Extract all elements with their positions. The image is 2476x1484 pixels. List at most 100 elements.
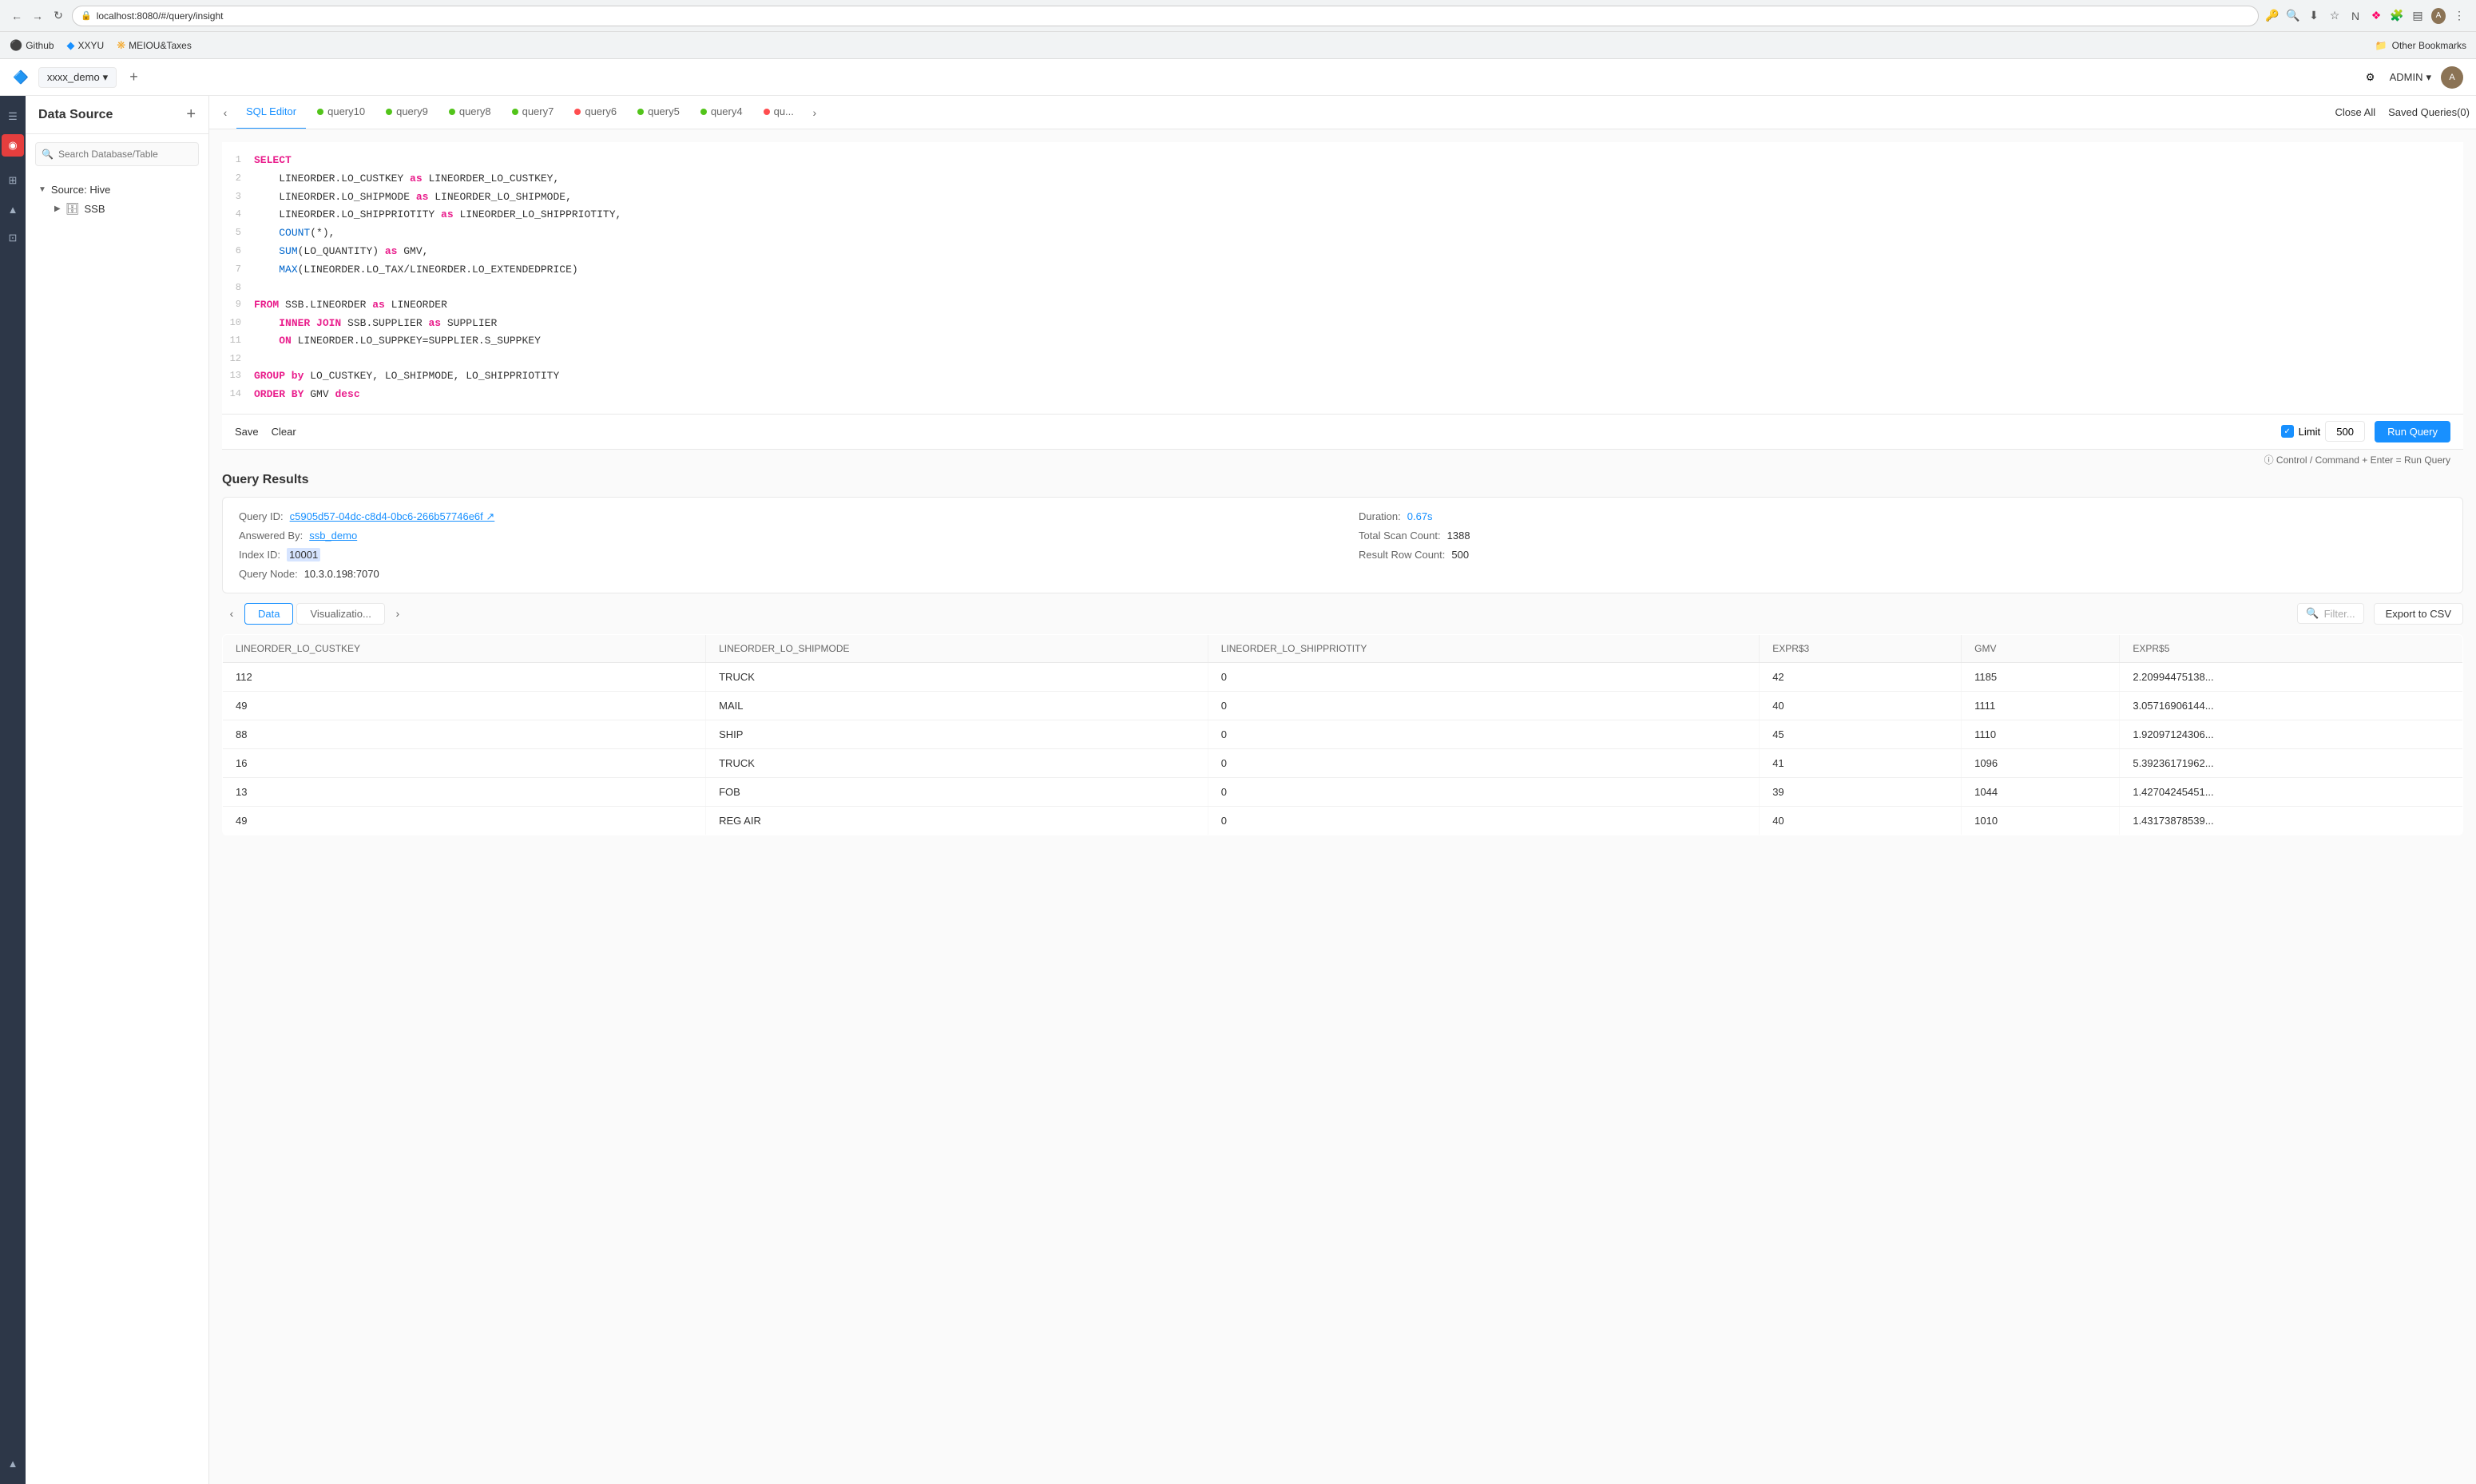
nav-grid[interactable]: ⊞ xyxy=(2,169,24,192)
result-row-label: Result Row Count: xyxy=(1359,549,1445,561)
table-row: 112 TRUCK 0 42 1185 2.20994475138... xyxy=(223,662,2463,691)
limit-label: Limit xyxy=(2299,426,2320,438)
source-hive[interactable]: ▼ Source: Hive xyxy=(26,181,208,199)
sidebar: Data Source + 🔍 ▼ Source: Hive ▶ 🗄 SSB xyxy=(26,96,209,1484)
url-bar[interactable]: 🔒 localhost:8080/#/query/insight xyxy=(72,6,2259,26)
forward-btn[interactable]: → xyxy=(30,9,45,23)
bookmark-meiou[interactable]: ❋ MEIOU&Taxes xyxy=(117,39,192,52)
query-id-value[interactable]: c5905d57-04dc-c8d4-0bc6-266b57746e6f ↗ xyxy=(290,510,495,523)
admin-btn[interactable]: ADMIN ▾ xyxy=(2390,71,2431,84)
tab-query9[interactable]: query9 xyxy=(376,96,438,129)
tab-query7[interactable]: query7 xyxy=(502,96,564,129)
tab-sql-editor[interactable]: SQL Editor xyxy=(236,96,306,129)
saved-queries-btn[interactable]: Saved Queries(0) xyxy=(2388,106,2470,118)
tab-query7-dot xyxy=(512,109,518,115)
download-icon[interactable]: ⬇ xyxy=(2307,9,2321,23)
sidebar-add-btn[interactable]: + xyxy=(186,105,196,124)
clear-btn[interactable]: Clear xyxy=(272,426,296,438)
tab-query10[interactable]: query10 xyxy=(308,96,375,129)
cell-shipmode: SHIP xyxy=(706,720,1208,748)
admin-label: ADMIN xyxy=(2390,71,2423,83)
pip-icon[interactable]: ▤ xyxy=(2411,9,2425,23)
new-tab-btn[interactable]: + xyxy=(129,69,138,85)
tab-query4[interactable]: query4 xyxy=(691,96,752,129)
brave-icon[interactable]: ❖ xyxy=(2369,9,2383,23)
run-query-btn[interactable]: Run Query xyxy=(2375,421,2450,442)
tab-query7-label: query7 xyxy=(522,105,554,117)
workspace-selector[interactable]: xxxx_demo ▾ xyxy=(38,67,117,88)
table-row: 88 SHIP 0 45 1110 1.92097124306... xyxy=(223,720,2463,748)
tab-query9-label: query9 xyxy=(396,105,428,117)
results-tab-next[interactable]: › xyxy=(388,604,407,623)
header-row: LINEORDER_LO_CUSTKEY LINEORDER_LO_SHIPMO… xyxy=(223,634,2463,662)
cell-expr5: 1.92097124306... xyxy=(2120,720,2463,748)
sidebar-title: Data Source xyxy=(38,108,113,122)
tab-queryx[interactable]: qu... xyxy=(754,96,804,129)
cell-expr3: 40 xyxy=(1760,806,1962,835)
tab-query8-label: query8 xyxy=(459,105,491,117)
total-scan-label: Total Scan Count: xyxy=(1359,530,1441,542)
sql-line-5: 5 COUNT(*), xyxy=(222,224,2463,243)
tab-query6-label: query6 xyxy=(585,105,617,117)
notion-icon[interactable]: N xyxy=(2348,9,2363,23)
filter-icon: 🔍 xyxy=(2306,607,2319,620)
results-meta: Query ID: c5905d57-04dc-c8d4-0bc6-266b57… xyxy=(222,497,2463,593)
search-icon: 🔍 xyxy=(42,149,54,160)
results-tab-prev[interactable]: ‹ xyxy=(222,604,241,623)
tab-next[interactable]: › xyxy=(805,103,824,122)
database-ssb[interactable]: ▶ 🗄 SSB xyxy=(26,199,208,219)
sql-line-10: 10 INNER JOIN SSB.SUPPLIER as SUPPLIER xyxy=(222,315,2463,333)
cell-expr3: 41 xyxy=(1760,748,1962,777)
tab-data[interactable]: Data xyxy=(244,603,293,625)
xxyu-icon: ◆ xyxy=(67,39,75,52)
cell-shipprio: 0 xyxy=(1208,777,1759,806)
tab-query8[interactable]: query8 xyxy=(439,96,501,129)
star-icon[interactable]: ☆ xyxy=(2327,9,2342,23)
bookmark-github[interactable]: ⚫ Github xyxy=(10,39,54,52)
nav-menu[interactable]: ☰ xyxy=(2,105,24,128)
sidebar-search: 🔍 xyxy=(35,142,199,166)
user-avatar[interactable]: A xyxy=(2441,66,2463,89)
main-content: ☰ ◉ ⊞ ▲ ⊡ ▲ Data Source + 🔍 ▼ Source: Hi… xyxy=(0,96,2476,1484)
tab-prev[interactable]: ‹ xyxy=(216,103,235,122)
puzzle-icon[interactable]: 🧩 xyxy=(2390,9,2404,23)
sidebar-header: Data Source + xyxy=(26,96,208,134)
close-all-btn[interactable]: Close All xyxy=(2335,106,2376,118)
meiou-label: MEIOU&Taxes xyxy=(129,40,192,51)
filter-box[interactable]: 🔍 Filter... xyxy=(2297,603,2363,624)
export-csv-btn[interactable]: Export to CSV xyxy=(2374,603,2463,625)
meta-grid: Query ID: c5905d57-04dc-c8d4-0bc6-266b57… xyxy=(239,510,2446,580)
profile-icon[interactable]: A xyxy=(2431,9,2446,23)
limit-input[interactable] xyxy=(2325,421,2365,442)
tabs-actions: Close All Saved Queries(0) xyxy=(2335,106,2470,118)
nav-query[interactable]: ◉ xyxy=(2,134,24,157)
nav-up2[interactable]: ▲ xyxy=(2,1452,24,1474)
tab-query5-label: query5 xyxy=(648,105,680,117)
source-arrow: ▼ xyxy=(38,185,46,194)
sql-line-7: 7 MAX(LINEORDER.LO_TAX/LINEORDER.LO_EXTE… xyxy=(222,261,2463,280)
search-input[interactable] xyxy=(35,142,199,166)
answered-by-value[interactable]: ssb_demo xyxy=(309,530,357,542)
search-icon[interactable]: 🔍 xyxy=(2286,9,2300,23)
more-icon[interactable]: ⋮ xyxy=(2452,9,2466,23)
cell-shipmode: TRUCK xyxy=(706,748,1208,777)
cell-gmv: 1010 xyxy=(1962,806,2120,835)
other-bookmarks[interactable]: Other Bookmarks xyxy=(2392,40,2466,51)
save-btn[interactable]: Save xyxy=(235,426,259,438)
meta-total-scan: Total Scan Count: 1388 xyxy=(1359,530,2446,542)
tab-query6[interactable]: query6 xyxy=(565,96,626,129)
table-row: 49 MAIL 0 40 1111 3.05716906144... xyxy=(223,691,2463,720)
limit-checkbox[interactable]: ✓ xyxy=(2281,425,2294,438)
bookmark-xxyu[interactable]: ◆ XXYU xyxy=(67,39,105,52)
sql-line-2: 2 LINEORDER.LO_CUSTKEY as LINEORDER_LO_C… xyxy=(222,170,2463,188)
nav-up1[interactable]: ▲ xyxy=(2,198,24,220)
tab-visualization[interactable]: Visualizatio... xyxy=(296,603,384,625)
limit-check: ✓ Limit xyxy=(2281,421,2365,442)
nav-square[interactable]: ⊡ xyxy=(2,227,24,249)
refresh-btn[interactable]: ↻ xyxy=(51,9,65,23)
back-btn[interactable]: ← xyxy=(10,9,24,23)
sql-editor[interactable]: 1 SELECT 2 LINEORDER.LO_CUSTKEY as LINEO… xyxy=(222,142,2463,415)
key-icon[interactable]: 🔑 xyxy=(2265,9,2280,23)
tab-query5[interactable]: query5 xyxy=(628,96,689,129)
settings-icon[interactable]: ⚙ xyxy=(2361,68,2380,87)
